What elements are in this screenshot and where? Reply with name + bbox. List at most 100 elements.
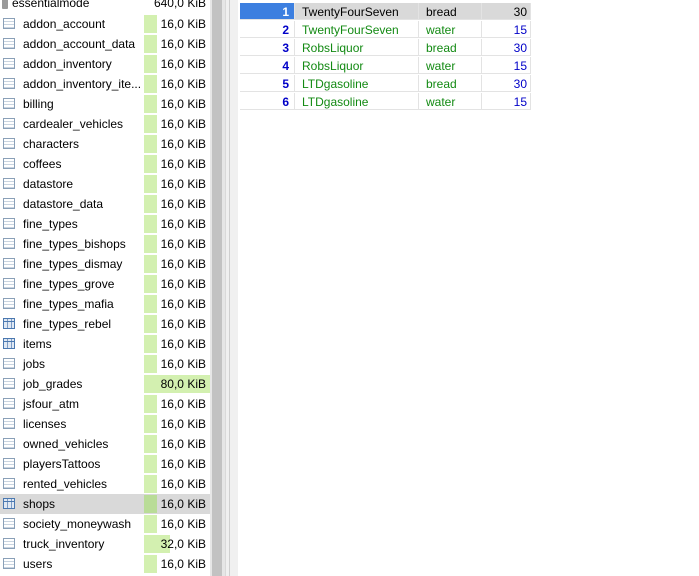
table-item[interactable]: fine_types 16,0 KiB [0,214,210,234]
store-cell[interactable]: RobsLiquor [295,39,419,56]
table-item[interactable]: datastore 16,0 KiB [0,174,210,194]
database-node[interactable]: essentialmode 640,0 KiB [0,0,210,11]
table-icon [3,18,15,29]
tree-scrollbar[interactable] [210,0,225,576]
price-cell[interactable]: 15 [482,57,531,74]
table-size: 16,0 KiB [160,557,206,571]
store-cell[interactable]: LTDgasoline [295,93,419,110]
table-item[interactable]: fine_types_rebel 16,0 KiB [0,314,210,334]
item-cell[interactable]: bread [419,75,482,92]
table-size: 16,0 KiB [160,137,206,151]
item-cell[interactable]: water [419,93,482,110]
table-item[interactable]: playersTattoos 16,0 KiB [0,454,210,474]
store-cell[interactable]: TwentyFourSeven [295,21,419,38]
table-row[interactable]: 3 RobsLiquor bread 30 [240,39,531,57]
item-cell[interactable]: water [419,57,482,74]
size-bar [144,115,157,133]
table-size: 16,0 KiB [160,217,206,231]
table-row[interactable]: 2 TwentyFourSeven water 15 [240,21,531,39]
table-item[interactable]: fine_types_grove 16,0 KiB [0,274,210,294]
price-cell[interactable]: 30 [482,39,531,56]
table-icon [3,478,15,489]
panel-splitter[interactable] [225,0,238,576]
table-item[interactable]: datastore_data 16,0 KiB [0,194,210,214]
size-bar [144,395,157,413]
table-size: 16,0 KiB [160,317,206,331]
size-bar [144,215,157,233]
size-bar [144,175,157,193]
table-item[interactable]: cardealer_vehicles 16,0 KiB [0,114,210,134]
id-cell[interactable]: 6 [240,93,295,110]
data-grid: 1 TwentyFourSeven bread 30 2 TwentyFourSeven w… [238,0,699,576]
store-cell[interactable]: RobsLiquor [295,57,419,74]
table-icon [3,298,15,309]
table-item[interactable]: addon_account_data 16,0 KiB [0,34,210,54]
table-name: users [23,557,53,571]
size-bar [144,155,157,173]
size-bar [144,475,157,493]
table-item[interactable]: owned_vehicles 16,0 KiB [0,434,210,454]
size-bar [144,295,157,313]
table-size: 16,0 KiB [160,117,206,131]
table-icon [3,78,15,89]
table-row[interactable]: 4 RobsLiquor water 15 [240,57,531,75]
table-name: fine_types_mafia [23,297,114,311]
price-cell[interactable]: 30 [482,3,531,20]
table-item[interactable]: fine_types_dismay 16,0 KiB [0,254,210,274]
size-bar [144,495,157,513]
table-item[interactable]: jsfour_atm 16,0 KiB [0,394,210,414]
table-item[interactable]: job_grades 80,0 KiB [0,374,210,394]
table-item[interactable]: fine_types_bishops 16,0 KiB [0,234,210,254]
table-size: 16,0 KiB [160,297,206,311]
size-bar [144,75,157,93]
size-bar [144,455,157,473]
item-cell[interactable]: water [419,21,482,38]
table-size: 16,0 KiB [160,417,206,431]
table-item[interactable]: items 16,0 KiB [0,334,210,354]
id-cell[interactable]: 1 [240,3,295,20]
id-cell[interactable]: 3 [240,39,295,56]
size-bar [144,315,157,333]
table-item[interactable]: shops 16,0 KiB [0,494,210,514]
table-size: 16,0 KiB [160,77,206,91]
price-cell[interactable]: 15 [482,21,531,38]
table-name: society_moneywash [23,517,132,531]
table-item[interactable]: truck_inventory 32,0 KiB [0,534,210,554]
database-name: essentialmode [12,0,90,10]
table-row[interactable]: 1 TwentyFourSeven bread 30 [240,3,531,21]
table-item[interactable]: addon_inventory_ite... 16,0 KiB [0,74,210,94]
table-item[interactable]: jobs 16,0 KiB [0,354,210,374]
table-name: items [23,337,52,351]
size-bar [144,15,157,33]
store-cell[interactable]: LTDgasoline [295,75,419,92]
table-item[interactable]: fine_types_mafia 16,0 KiB [0,294,210,314]
table-row[interactable]: 5 LTDgasoline bread 30 [240,75,531,93]
table-item[interactable]: addon_account 16,0 KiB [0,14,210,34]
table-item[interactable]: rented_vehicles 16,0 KiB [0,474,210,494]
table-item[interactable]: addon_inventory 16,0 KiB [0,54,210,74]
table-item[interactable]: coffees 16,0 KiB [0,154,210,174]
table-item[interactable]: users 16,0 KiB [0,554,210,574]
table-icon [3,198,15,209]
table-size: 16,0 KiB [160,57,206,71]
id-cell[interactable]: 4 [240,57,295,74]
table-icon [3,558,15,569]
table-item[interactable]: society_moneywash 16,0 KiB [0,514,210,534]
table-name: fine_types_dismay [23,257,123,271]
table-item[interactable]: characters 16,0 KiB [0,134,210,154]
price-cell[interactable]: 30 [482,75,531,92]
scrollbar-thumb[interactable] [212,0,222,576]
item-cell[interactable]: bread [419,3,482,20]
table-size: 16,0 KiB [160,37,206,51]
table-name: owned_vehicles [23,437,109,451]
table-item[interactable]: licenses 16,0 KiB [0,414,210,434]
table-row[interactable]: 6 LTDgasoline water 15 [240,93,531,111]
item-cell[interactable]: bread [419,39,482,56]
table-item[interactable]: billing 16,0 KiB [0,94,210,114]
id-cell[interactable]: 2 [240,21,295,38]
id-cell[interactable]: 5 [240,75,295,92]
table-name: datastore_data [23,197,104,211]
price-cell[interactable]: 15 [482,93,531,110]
store-cell[interactable]: TwentyFourSeven [295,3,419,20]
table-size: 16,0 KiB [160,397,206,411]
